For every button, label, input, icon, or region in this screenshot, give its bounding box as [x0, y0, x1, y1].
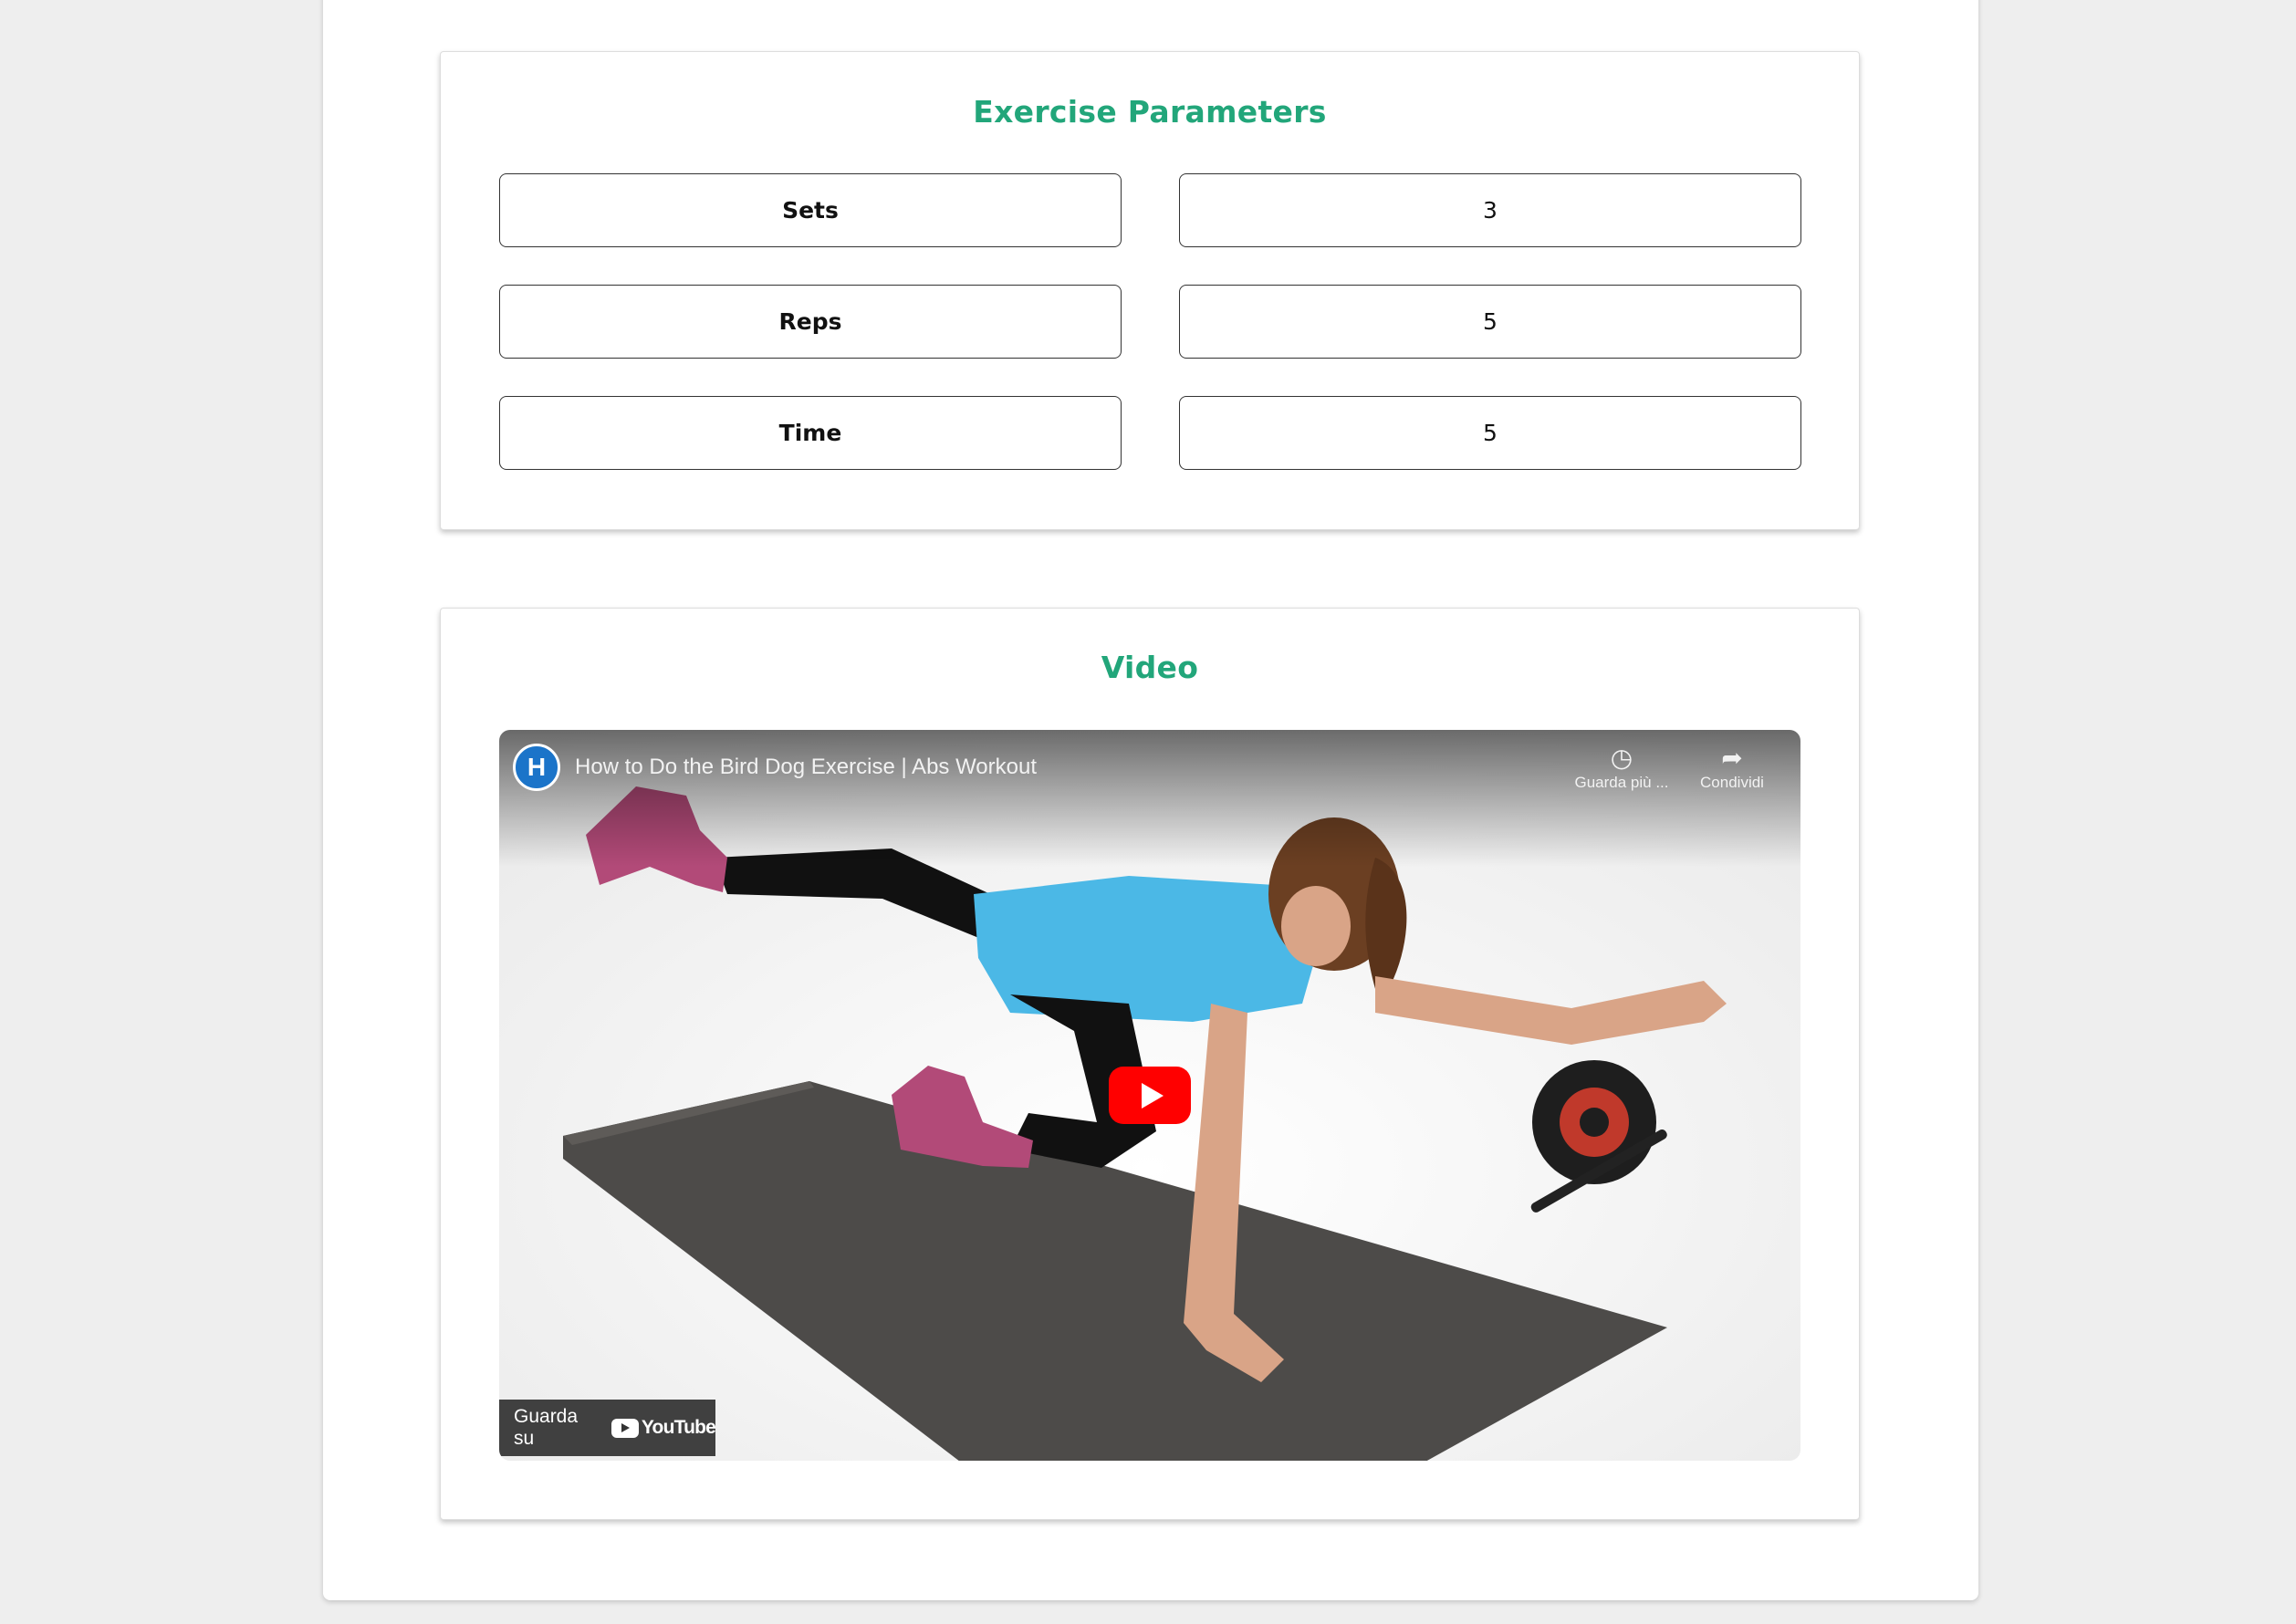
watch-later-button[interactable]: ◷ Guarda più ...	[1571, 743, 1672, 792]
sets-value: 3	[1483, 197, 1498, 224]
time-value-box: 5	[1179, 396, 1801, 470]
watch-on-youtube-button[interactable]: Guarda su YouTube	[499, 1400, 716, 1456]
play-icon	[1141, 1082, 1164, 1109]
channel-logo-letter: H	[527, 753, 547, 781]
sets-label-box: Sets	[499, 173, 1122, 247]
exercise-parameters-panel: Exercise Parameters Sets 3 Reps 5 Time 5	[440, 51, 1860, 530]
time-value: 5	[1483, 420, 1498, 446]
video-title-heading: Video	[1101, 650, 1199, 685]
share-icon: ➦	[1721, 744, 1743, 772]
youtube-play-icon	[611, 1418, 639, 1438]
reps-value-box: 5	[1179, 285, 1801, 359]
video-title-link[interactable]: How to Do the Bird Dog Exercise | Abs Wo…	[575, 755, 1037, 780]
share-button[interactable]: ➦ Condividi	[1682, 743, 1782, 792]
reps-value: 5	[1483, 308, 1498, 335]
video-panel: Video H How to Do the Bird Dog Exercise …	[440, 608, 1860, 1520]
clock-icon: ◷	[1610, 744, 1633, 772]
sets-label: Sets	[782, 197, 839, 224]
time-label: Time	[778, 420, 842, 446]
youtube-wordmark: YouTube	[641, 1417, 716, 1438]
exercise-parameters-title: Exercise Parameters	[973, 94, 1327, 130]
youtube-player[interactable]: H How to Do the Bird Dog Exercise | Abs …	[499, 730, 1800, 1461]
channel-logo[interactable]: H	[513, 744, 560, 791]
youtube-logo: YouTube	[611, 1417, 716, 1439]
share-label: Condividi	[1700, 774, 1764, 791]
reps-label-box: Reps	[499, 285, 1122, 359]
play-button[interactable]	[1109, 1067, 1191, 1124]
time-label-box: Time	[499, 396, 1122, 470]
reps-label: Reps	[778, 308, 842, 335]
sets-value-box: 3	[1179, 173, 1801, 247]
watch-later-label: Guarda più ...	[1574, 774, 1669, 791]
watch-on-label: Guarda su	[514, 1406, 579, 1449]
